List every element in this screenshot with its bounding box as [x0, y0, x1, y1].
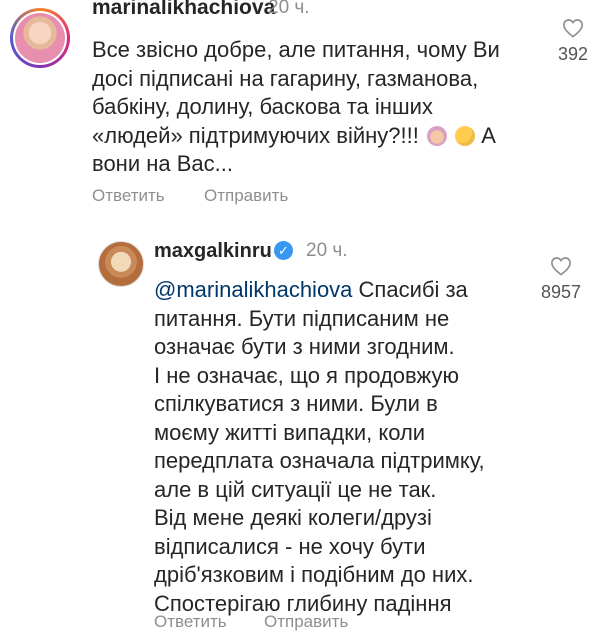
comment2-text: @marinalikhachiova Спасибі за питання. Б… — [154, 276, 485, 618]
comment1-time: 20 ч. — [268, 0, 310, 18]
avatar-maxgalkinru[interactable] — [98, 241, 144, 287]
comment1-reply-button[interactable]: Ответить — [92, 186, 165, 206]
comment2-send-button[interactable]: Отправить — [264, 612, 348, 632]
comment1-line: досі підписані на гагарину, газманова, — [92, 65, 479, 91]
verified-badge-icon: ✓ — [274, 241, 293, 260]
comment1-text: Все звісно добре, але питання, чому Ви д… — [92, 36, 500, 179]
comment2-line: питання. Бути підписаним не — [154, 305, 450, 331]
comment1-line: бабкіну, долину, баскова та інших — [92, 94, 433, 119]
comment2-line-text: Спасибі за — [358, 277, 468, 302]
comment1-line: Все звісно добре, але питання, чому Ви — [92, 37, 500, 62]
comment1-line: вони на Вас... — [92, 151, 233, 176]
avatar-image — [15, 13, 65, 63]
comment1-like-button[interactable]: 392 — [548, 18, 598, 65]
comment2-like-count: 8957 — [540, 282, 582, 302]
heart-icon — [563, 19, 583, 38]
comment2-like-button[interactable]: 8957 — [536, 256, 586, 303]
comment1-like-count: 392 — [557, 44, 589, 64]
comment2-line: але в цій ситуації це не так. — [154, 476, 437, 502]
comment2-mention-link[interactable]: @marinalikhachiova — [154, 277, 352, 302]
comment2-line: спілкуватися з ними. Були в — [154, 391, 438, 416]
comment2-line: моєму житті випадки, коли — [154, 419, 426, 445]
comment1-line: «людей» підтримуючих війну?!!! А — [92, 122, 500, 151]
comment2-line: відписалися - не хочу бути — [154, 533, 426, 559]
comment2-username[interactable]: maxgalkinru — [154, 240, 272, 263]
facepalm-emoji-icon — [427, 125, 447, 146]
comment2-reply-button[interactable]: Ответить — [154, 612, 227, 632]
comment2-line: @marinalikhachiova Спасибі за — [154, 276, 485, 305]
avatar-ring — [13, 11, 67, 65]
avatar-marinalikhachiova[interactable] — [10, 8, 70, 68]
comment2-time: 20 ч. — [306, 240, 348, 261]
heart-icon — [551, 257, 571, 276]
comment2-line: дріб'язковим і подібним до них. — [154, 562, 474, 587]
comment2-line: передплата означала підтримку, — [154, 448, 485, 473]
comment2-line: Від мене деякі колеги/друзі — [154, 505, 432, 530]
comment2-line: означає бути з ними згодним. — [154, 334, 455, 359]
comment2-line: І не означає, що я продовжую — [154, 362, 459, 388]
smirk-emoji-icon — [455, 125, 476, 146]
comment1-line-text: «людей» підтримуючих війну?!!! — [92, 122, 419, 148]
comment1-username[interactable]: marinalikhachiova — [92, 0, 275, 20]
comment1-send-button[interactable]: Отправить — [204, 186, 288, 206]
comment1-line-text: А — [481, 122, 496, 148]
